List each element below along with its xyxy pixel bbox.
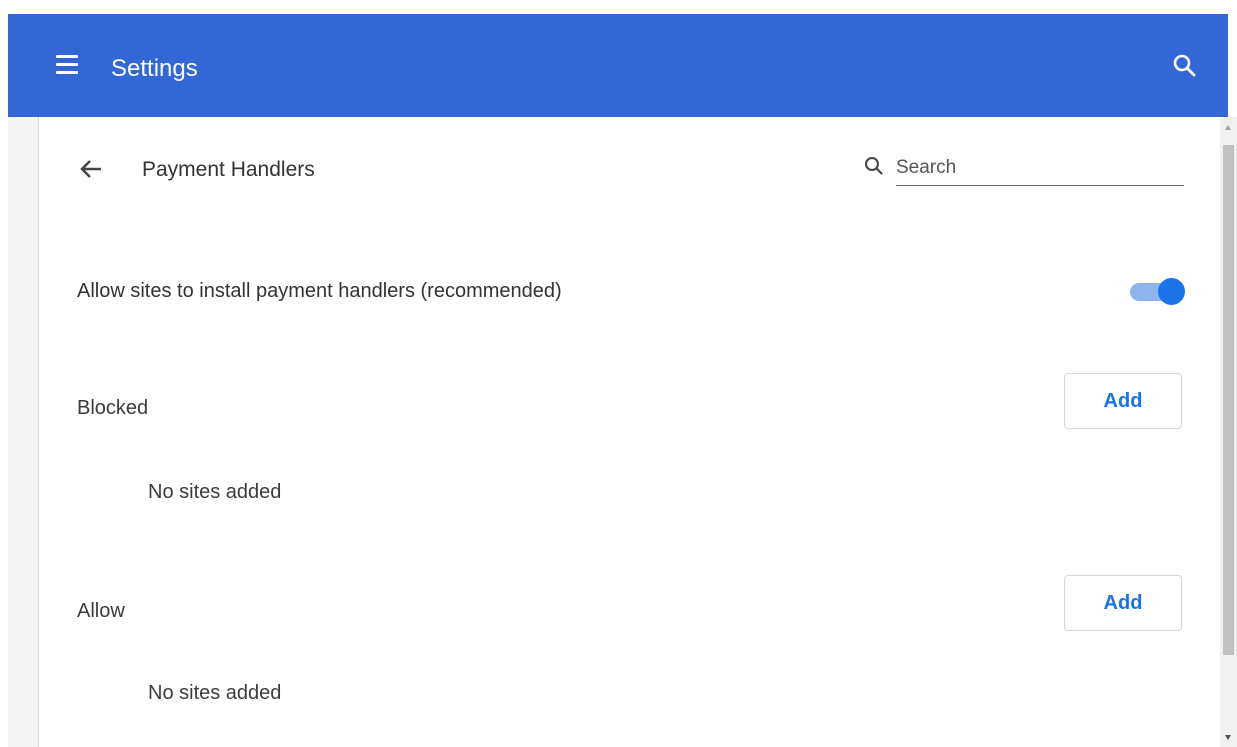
app-title: Settings — [111, 55, 198, 82]
scroll-up-arrow-icon[interactable] — [1225, 125, 1231, 130]
window-frame-left — [0, 0, 8, 747]
search-input[interactable] — [896, 151, 1184, 186]
allow-section-heading: Allow — [77, 600, 125, 622]
hamburger-menu-icon[interactable] — [54, 52, 80, 78]
add-allowed-site-button[interactable]: Add — [1064, 575, 1182, 631]
search-field-icon — [863, 155, 885, 177]
window-frame-top — [0, 0, 1237, 14]
toggle-knob — [1158, 278, 1185, 305]
arrow-back-icon[interactable] — [77, 155, 105, 183]
search-icon[interactable] — [1171, 52, 1199, 80]
add-blocked-site-button[interactable]: Add — [1064, 373, 1182, 429]
payment-handlers-toggle-label: Allow sites to install payment handlers … — [77, 280, 562, 302]
allow-empty-message: No sites added — [148, 682, 282, 704]
blocked-empty-message: No sites added — [148, 481, 282, 503]
blocked-section-heading: Blocked — [77, 397, 149, 419]
payment-handlers-toggle[interactable] — [1128, 276, 1186, 306]
scrollbar-thumb[interactable] — [1223, 145, 1234, 655]
site-search-field[interactable] — [859, 149, 1184, 189]
settings-toolbar: Settings — [8, 14, 1228, 117]
scroll-down-arrow-icon[interactable] — [1225, 735, 1231, 740]
page-title: Payment Handlers — [142, 158, 315, 181]
payment-handlers-card: Payment Handlers Allow sites to install … — [38, 117, 1221, 747]
